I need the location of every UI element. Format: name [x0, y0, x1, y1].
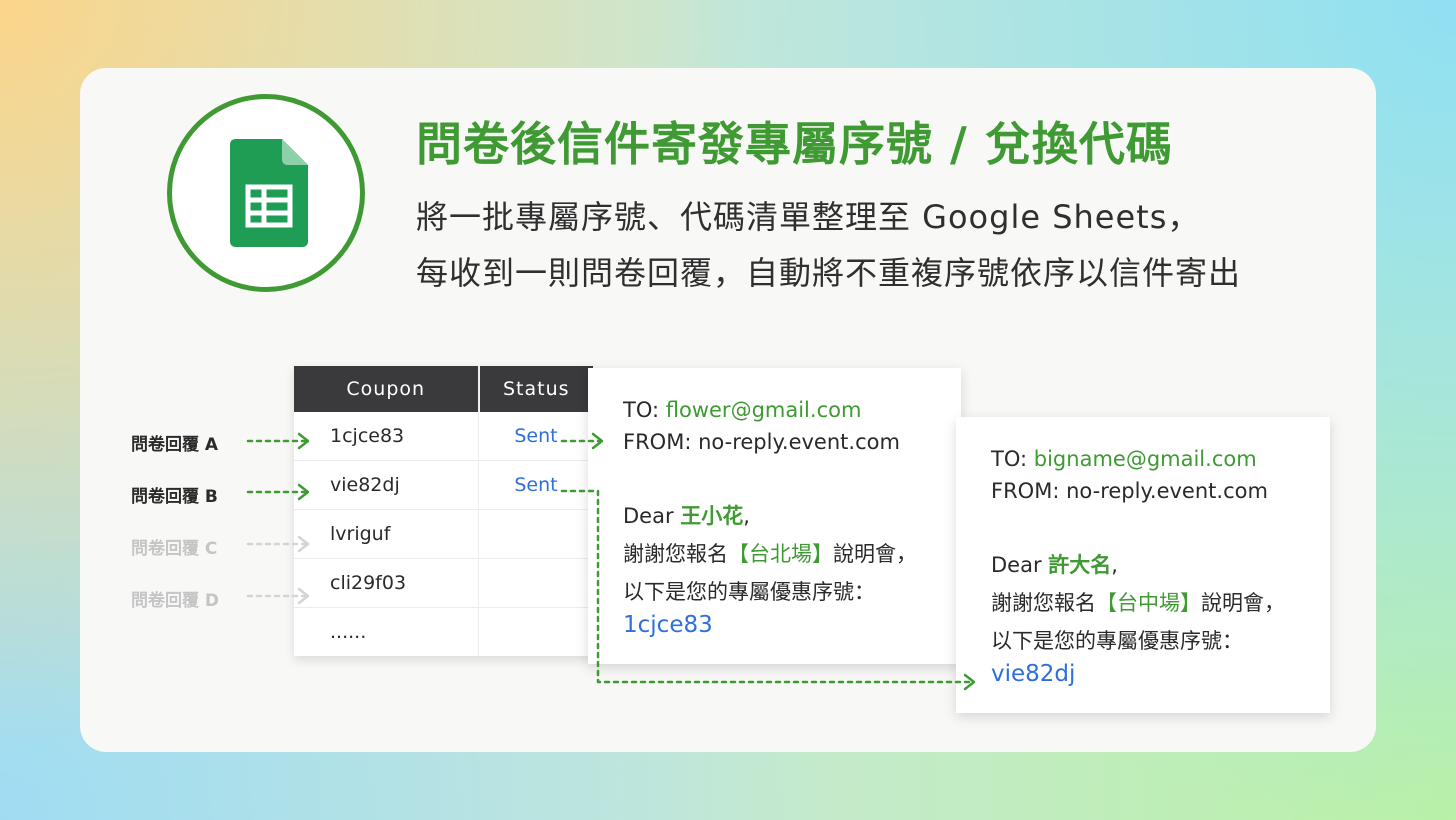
arrow-to-email-1 — [560, 432, 604, 450]
flow-arrows — [246, 432, 976, 691]
arrow-response-c — [246, 535, 310, 553]
arrow-response-d — [246, 587, 310, 605]
arrow-response-b — [246, 483, 310, 501]
arrow-response-a — [246, 432, 310, 450]
arrow-to-email-2 — [560, 489, 976, 691]
